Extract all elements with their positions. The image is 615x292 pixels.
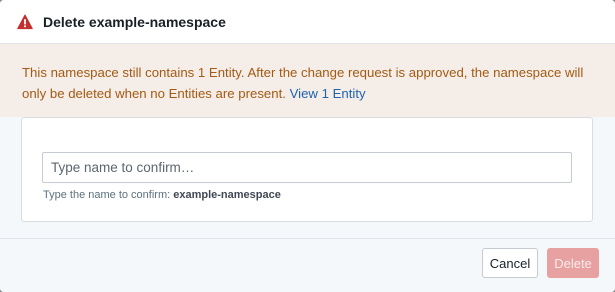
- confirm-helper-text: Type the name to confirm: example-namesp…: [43, 189, 281, 201]
- confirm-name-input[interactable]: [42, 152, 572, 183]
- view-entity-link[interactable]: View 1 Entity: [290, 86, 366, 101]
- helper-namespace-name: example-namespace: [173, 189, 281, 201]
- warning-callout: This namespace still contains 1 Entity. …: [0, 44, 615, 117]
- confirm-card: Type the name to confirm: example-namesp…: [21, 117, 593, 222]
- dialog-header: Delete example-namespace: [0, 0, 615, 44]
- warning-icon: [17, 14, 33, 30]
- cancel-button[interactable]: Cancel: [482, 248, 538, 278]
- delete-namespace-dialog: Delete example-namespace This namespace …: [0, 0, 615, 292]
- dialog-body: Type the name to confirm: example-namesp…: [0, 117, 615, 238]
- delete-button[interactable]: Delete: [547, 248, 599, 278]
- dialog-title: Delete example-namespace: [43, 13, 226, 30]
- helper-prefix: Type the name to confirm:: [43, 189, 171, 201]
- dialog-footer: Cancel Delete: [0, 238, 615, 292]
